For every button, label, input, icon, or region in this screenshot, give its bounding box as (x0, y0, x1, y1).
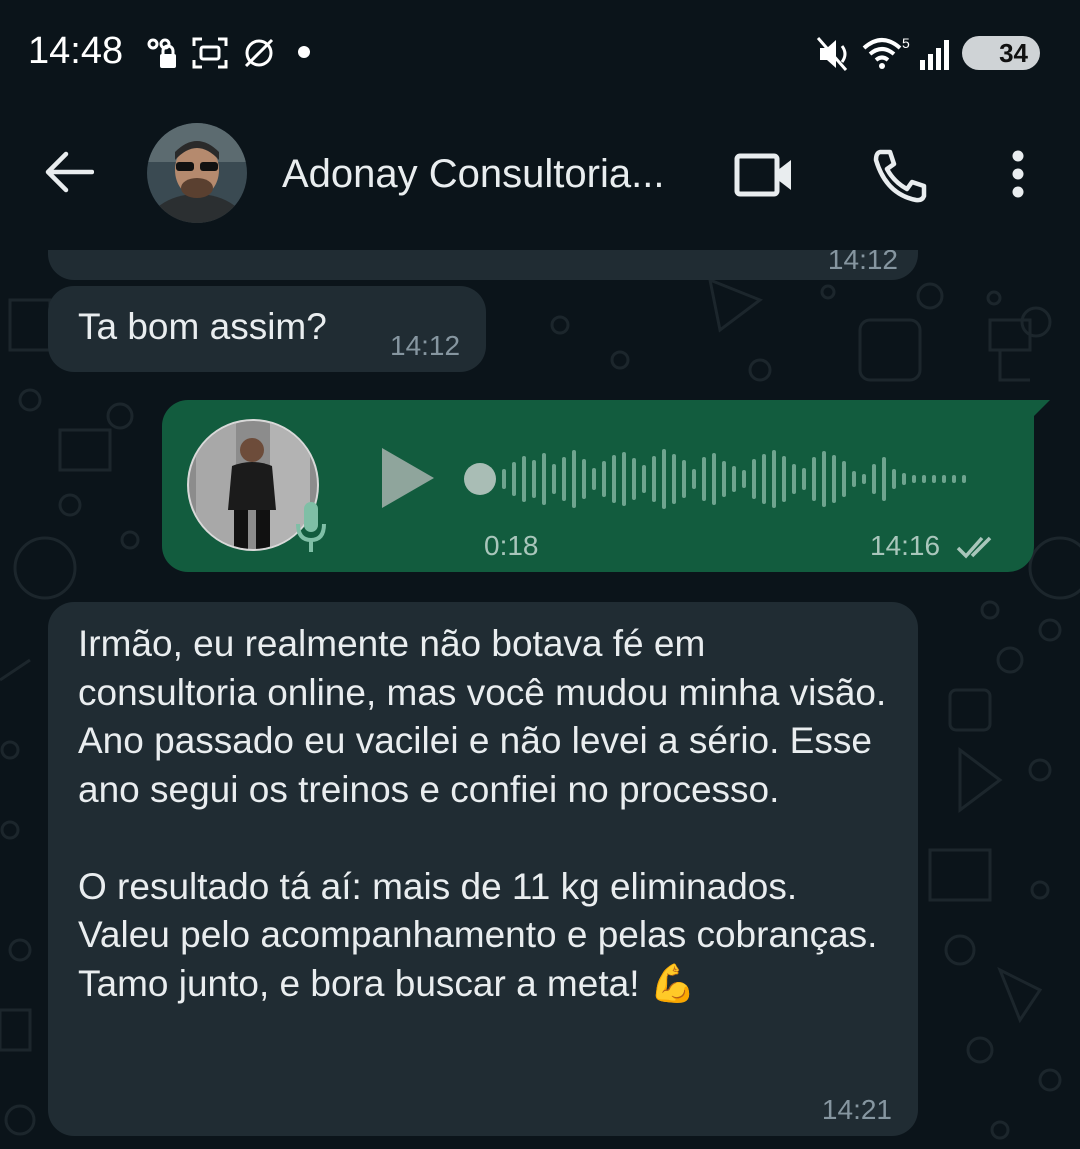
voice-duration: 0:18 (484, 530, 539, 561)
chat-header: Adonay Consultoria... (0, 104, 1080, 250)
waveform-bar (652, 456, 656, 502)
message-time: 14:12 (827, 250, 898, 275)
waveform-bar (622, 452, 626, 506)
waveform-bar (662, 449, 666, 509)
chat-area[interactable]: 14:12 Ta bom assim? 14:12 0:18 14:16 Irm… (0, 250, 1080, 1149)
svg-text:5: 5 (902, 36, 910, 51)
waveform-bar (672, 454, 676, 504)
more-options-icon[interactable] (1006, 150, 1030, 202)
waveform-bar (532, 460, 536, 498)
waveform-bar (912, 475, 916, 483)
waveform-bar (552, 464, 556, 494)
waveform-bar (822, 451, 826, 507)
video-call-icon[interactable] (734, 152, 794, 198)
message-text: Ta bom assim? (78, 306, 327, 347)
waveform-bar (842, 461, 846, 497)
waveform-bar (902, 473, 906, 485)
message-time: 14:12 (390, 330, 461, 361)
mute-icon (816, 37, 848, 71)
waveform-bar (522, 456, 526, 502)
voicemail-lock-icon (147, 38, 176, 68)
waveform-bar (572, 450, 576, 508)
screenshot-icon (192, 37, 228, 69)
waveform-bar (892, 469, 896, 489)
back-arrow-icon[interactable] (42, 150, 94, 194)
message-bubble[interactable]: 14:12 (48, 250, 918, 280)
no-sync-icon (244, 38, 274, 68)
waveform-bar (872, 464, 876, 494)
waveform-bar (702, 457, 706, 501)
waveform-bar (602, 461, 606, 497)
battery-level: 34 (999, 37, 1028, 68)
waveform-bar (612, 455, 616, 503)
waveform-bar (952, 475, 956, 483)
waveform-bar (682, 460, 686, 498)
status-bar: 14:48 5 34 (0, 0, 1080, 104)
waveform-bar (562, 457, 566, 501)
waveform-bar (962, 475, 966, 483)
phone-call-icon[interactable] (872, 148, 928, 204)
waveform-bar (722, 461, 726, 497)
status-time: 14:48 (28, 30, 124, 72)
message-time: 14:21 (821, 1094, 892, 1125)
message-bubble[interactable]: Irmão, eu realmente não botava fé em con… (48, 602, 918, 1136)
waveform-bar (592, 468, 596, 490)
waveform-bar (502, 469, 506, 489)
waveform-bar (632, 458, 636, 500)
bubble-tail (1032, 400, 1050, 418)
waveform-bar (762, 454, 766, 504)
waveform-bar (882, 457, 886, 501)
message-text: Irmão, eu realmente não botava fé em con… (78, 623, 887, 1004)
contact-avatar[interactable] (146, 122, 248, 224)
waveform-bar (782, 456, 786, 502)
waveform-bar (752, 459, 756, 499)
waveform-bar (932, 475, 936, 483)
play-icon[interactable] (378, 446, 436, 510)
waveform-bar (812, 457, 816, 501)
battery-indicator: 34 (962, 36, 1040, 70)
waveform-bar (772, 450, 776, 508)
message-bubble[interactable]: Ta bom assim? 14:12 (48, 286, 486, 372)
voice-message-bubble[interactable]: 0:18 14:16 (162, 400, 1050, 572)
playhead (464, 463, 496, 495)
waveform-bar (542, 453, 546, 505)
signal-icon (920, 40, 949, 70)
waveform-bar (852, 471, 856, 487)
message-time: 14:16 (870, 530, 941, 561)
waveform-bar (922, 475, 926, 483)
waveform-bar (802, 468, 806, 490)
waveform-bar (692, 469, 696, 489)
read-receipt-icon (956, 536, 992, 559)
waveform-bar (512, 462, 516, 496)
microphone-icon (296, 502, 326, 552)
waveform-bar (582, 459, 586, 499)
audio-waveform[interactable] (462, 444, 1002, 514)
waveform-bar (832, 455, 836, 503)
waveform-bar (712, 453, 716, 505)
waveform-bar (942, 475, 946, 483)
contact-name[interactable]: Adonay Consultoria... (282, 152, 664, 197)
waveform-bar (742, 470, 746, 488)
waveform-bar (792, 464, 796, 494)
wifi-icon: 5 (862, 36, 910, 69)
waveform-bar (862, 474, 866, 484)
waveform-bar (642, 465, 646, 493)
waveform-bar (732, 466, 736, 492)
dot-icon (298, 46, 310, 58)
